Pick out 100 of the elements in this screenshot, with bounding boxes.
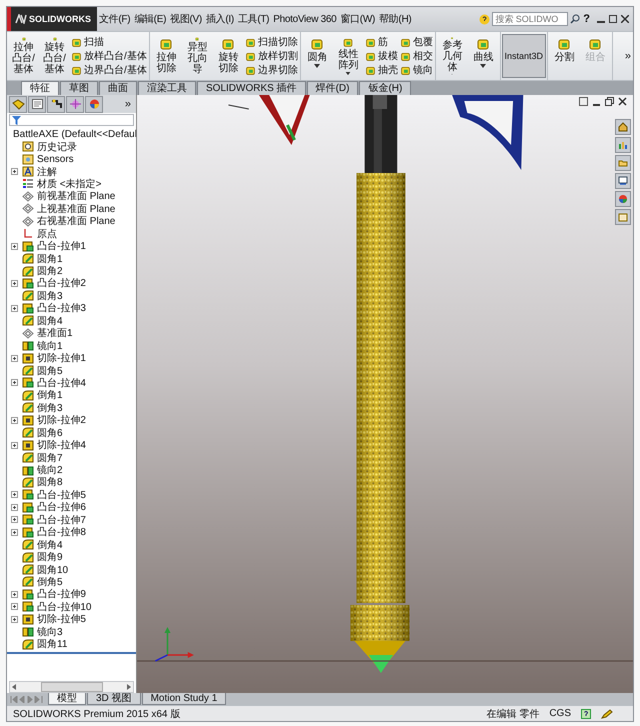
- search-field[interactable]: 搜索 SOLIDWO: [492, 12, 568, 26]
- ribbon-button[interactable]: 包覆: [398, 35, 434, 49]
- caret-icon[interactable]: [314, 64, 320, 68]
- ribbon-button[interactable]: 旋转凸台/基体: [39, 34, 70, 78]
- ribbon-button[interactable]: 放样切割: [244, 49, 299, 63]
- help-button[interactable]: ?: [580, 13, 593, 25]
- tree-item[interactable]: 材质 <未指定>: [37, 176, 102, 191]
- tab[interactable]: 焊件(D): [306, 81, 358, 95]
- tab[interactable]: SOLIDWORKS 插件: [197, 81, 306, 95]
- expand-icon[interactable]: [10, 603, 18, 610]
- ribbon-button[interactable]: 曲线: [468, 34, 499, 78]
- tree-item[interactable]: 凸台-拉伸4: [37, 376, 86, 390]
- ribbon-button[interactable]: 拔模: [364, 49, 399, 63]
- tab[interactable]: 渲染工具: [138, 81, 196, 95]
- appearance-icon[interactable]: [615, 191, 631, 207]
- feature-tree-tab[interactable]: [9, 96, 27, 112]
- ribbon-button[interactable]: 分割: [548, 34, 580, 78]
- expand-icon[interactable]: [10, 504, 18, 511]
- ribbon-button[interactable]: 放样凸台/基体: [70, 49, 148, 63]
- units-selector[interactable]: CGS: [549, 708, 571, 719]
- tree-item[interactable]: 镜向3: [37, 624, 63, 639]
- expand-icon[interactable]: [10, 168, 18, 176]
- more-button[interactable]: »: [622, 50, 633, 62]
- tab[interactable]: Motion Study 1: [142, 693, 226, 705]
- tab[interactable]: 草图: [60, 81, 98, 95]
- tree-item[interactable]: 倒角5: [37, 574, 63, 589]
- ribbon-button[interactable]: 边界凸台/基体: [70, 63, 148, 77]
- properties-icon[interactable]: [615, 209, 631, 225]
- menu-item[interactable]: 编辑(E): [132, 10, 168, 28]
- expand-icon[interactable]: [10, 416, 18, 424]
- scroll-left-icon[interactable]: [12, 684, 16, 690]
- tab[interactable]: 曲面: [99, 81, 137, 95]
- ribbon-button[interactable]: 圆角: [302, 34, 333, 78]
- rollback-bar[interactable]: [7, 652, 136, 654]
- dimension-tab[interactable]: [66, 96, 84, 112]
- tree-item[interactable]: 前视基准面 Plane: [37, 189, 116, 204]
- expand-icon[interactable]: [10, 491, 18, 498]
- ribbon-button[interactable]: 拉伸切除: [150, 34, 182, 78]
- tab[interactable]: 特征: [21, 81, 59, 95]
- configuration-tab[interactable]: [47, 96, 65, 112]
- tree-item[interactable]: 凸台-拉伸7: [37, 512, 86, 527]
- tree-item[interactable]: 圆角10: [37, 562, 68, 577]
- ribbon-button[interactable]: 镜向: [398, 63, 434, 77]
- menu-item[interactable]: 视图(V): [168, 10, 204, 28]
- menu-item[interactable]: 工具(T): [236, 10, 272, 28]
- more-button[interactable]: »: [124, 98, 134, 110]
- expand-icon[interactable]: [10, 379, 18, 386]
- tree-item[interactable]: 圆角5: [37, 364, 63, 378]
- menu-item[interactable]: 文件(F): [97, 10, 132, 28]
- tree-item[interactable]: 右视基准面 Plane: [37, 214, 116, 228]
- maximize-icon[interactable]: [609, 15, 617, 23]
- graphics-viewport[interactable]: [137, 95, 633, 693]
- tree-item[interactable]: 圆角4: [37, 314, 63, 328]
- tree-item[interactable]: 倒角4: [37, 538, 63, 552]
- tree-item[interactable]: 凸台-拉伸1: [37, 239, 86, 254]
- library-icon[interactable]: [615, 137, 631, 153]
- tree-item[interactable]: 切除-拉伸4: [37, 438, 86, 452]
- ribbon-button[interactable]: Instant3D: [502, 34, 546, 78]
- tree-item[interactable]: 注解: [37, 164, 57, 179]
- tree-item[interactable]: 基准面1: [37, 326, 73, 340]
- menu-item[interactable]: 窗口(W): [338, 10, 378, 28]
- expand-icon[interactable]: [10, 590, 18, 598]
- tree-item[interactable]: 圆角1: [37, 252, 63, 266]
- tree-item[interactable]: 圆角7: [37, 450, 63, 465]
- expand-icon[interactable]: [10, 242, 18, 250]
- tree-item[interactable]: 切除-拉伸1: [37, 351, 86, 366]
- tree-item[interactable]: 原点: [37, 226, 57, 241]
- tree-item[interactable]: 倒角1: [37, 388, 63, 402]
- ribbon-button[interactable]: 拉伸凸台/基体: [8, 34, 39, 78]
- expand-icon[interactable]: [10, 442, 18, 449]
- ribbon-button[interactable]: 抽壳: [364, 63, 399, 77]
- filter-field[interactable]: [9, 114, 134, 126]
- tree-item[interactable]: 历史记录: [37, 140, 77, 154]
- expand-icon[interactable]: [10, 516, 18, 524]
- ribbon-button[interactable]: 参考几何体: [436, 34, 468, 78]
- window-icon[interactable]: [579, 97, 588, 106]
- restore-icon[interactable]: [605, 97, 614, 106]
- menu-item[interactable]: 帮助(H): [377, 10, 414, 28]
- tree-item[interactable]: 圆角9: [37, 550, 63, 564]
- tree-item[interactable]: 切除-拉伸2: [37, 413, 86, 428]
- close-icon[interactable]: [618, 97, 627, 106]
- tab[interactable]: 钣金(H): [359, 81, 412, 95]
- tree-item[interactable]: Sensors: [37, 154, 74, 165]
- caret-icon[interactable]: [345, 72, 352, 75]
- tree-item[interactable]: BattleAXE (Default<<Defaul: [13, 128, 136, 140]
- ribbon-button[interactable]: 扫描切除: [244, 35, 299, 49]
- appearance-tab[interactable]: [85, 96, 103, 112]
- ribbon-button[interactable]: 旋转切除: [212, 34, 244, 78]
- expand-icon[interactable]: [10, 280, 18, 287]
- expand-icon[interactable]: [10, 616, 18, 623]
- scroll-right-icon[interactable]: [127, 684, 131, 690]
- tree-item[interactable]: 圆角2: [37, 264, 63, 278]
- tree-item[interactable]: 凸台-拉伸3: [37, 301, 86, 316]
- home-icon[interactable]: [615, 119, 631, 135]
- caret-icon[interactable]: [480, 64, 486, 68]
- tree-item[interactable]: 凸台-拉伸9: [37, 587, 86, 602]
- ribbon-button[interactable]: 边界切除: [244, 63, 299, 77]
- tree-item[interactable]: 圆角8: [37, 475, 63, 490]
- tree-item[interactable]: 凸台-拉伸10: [37, 600, 92, 614]
- tree-item[interactable]: 镜向1: [37, 338, 63, 353]
